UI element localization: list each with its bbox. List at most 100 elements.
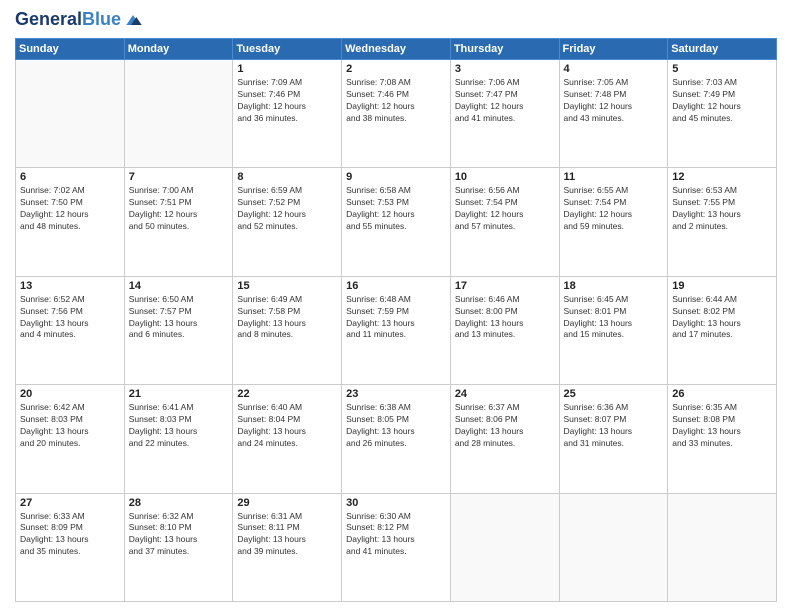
- day-info: Sunrise: 6:32 AM Sunset: 8:10 PM Dayligh…: [129, 511, 229, 559]
- day-info: Sunrise: 6:55 AM Sunset: 7:54 PM Dayligh…: [564, 185, 664, 233]
- day-info: Sunrise: 6:58 AM Sunset: 7:53 PM Dayligh…: [346, 185, 446, 233]
- day-info: Sunrise: 6:48 AM Sunset: 7:59 PM Dayligh…: [346, 294, 446, 342]
- day-info: Sunrise: 6:40 AM Sunset: 8:04 PM Dayligh…: [237, 402, 337, 450]
- day-info: Sunrise: 6:31 AM Sunset: 8:11 PM Dayligh…: [237, 511, 337, 559]
- calendar-cell: [124, 60, 233, 168]
- calendar-week-2: 6 Sunrise: 7:02 AM Sunset: 7:50 PM Daylig…: [16, 168, 777, 276]
- calendar-cell: 7Sunrise: 7:00 AM Sunset: 7:51 PM Daylig…: [124, 168, 233, 276]
- day-info: Sunrise: 7:08 AM Sunset: 7:46 PM Dayligh…: [346, 77, 446, 125]
- calendar-cell: 26 Sunrise: 6:35 AM Sunset: 8:08 PM Dayli…: [668, 385, 777, 493]
- calendar-cell: 3Sunrise: 7:06 AM Sunset: 7:47 PM Daylig…: [450, 60, 559, 168]
- calendar-cell: 21 Sunrise: 6:41 AM Sunset: 8:03 PM Dayli…: [124, 385, 233, 493]
- weekday-thursday: Thursday: [450, 39, 559, 60]
- day-number: 20: [20, 388, 120, 400]
- logo: GeneralBlue: [15, 10, 143, 30]
- day-number: 21: [129, 388, 229, 400]
- day-info: Sunrise: 6:52 AM Sunset: 7:56 PM Dayligh…: [20, 294, 120, 342]
- calendar-cell: 10 Sunrise: 6:56 AM Sunset: 7:54 PM Dayli…: [450, 168, 559, 276]
- weekday-monday: Monday: [124, 39, 233, 60]
- day-number: 1: [237, 63, 337, 75]
- calendar-week-1: 1 Sunrise: 7:09 AM Sunset: 7:46 PM Daylig…: [16, 60, 777, 168]
- day-info: Sunrise: 6:30 AM Sunset: 8:12 PM Dayligh…: [346, 511, 446, 559]
- day-number: 10: [455, 171, 555, 183]
- calendar-week-3: 13Sunrise: 6:52 AM Sunset: 7:56 PM Dayli…: [16, 276, 777, 384]
- day-info: Sunrise: 6:42 AM Sunset: 8:03 PM Dayligh…: [20, 402, 120, 450]
- day-info: Sunrise: 6:56 AM Sunset: 7:54 PM Dayligh…: [455, 185, 555, 233]
- day-info: Sunrise: 6:49 AM Sunset: 7:58 PM Dayligh…: [237, 294, 337, 342]
- calendar-cell: [450, 493, 559, 601]
- day-number: 22: [237, 388, 337, 400]
- calendar-cell: 13Sunrise: 6:52 AM Sunset: 7:56 PM Dayli…: [16, 276, 125, 384]
- calendar-cell: 30 Sunrise: 6:30 AM Sunset: 8:12 PM Dayli…: [342, 493, 451, 601]
- day-number: 14: [129, 280, 229, 292]
- day-number: 3: [455, 63, 555, 75]
- calendar-cell: 20 Sunrise: 6:42 AM Sunset: 8:03 PM Dayli…: [16, 385, 125, 493]
- calendar-week-5: 27Sunrise: 6:33 AM Sunset: 8:09 PM Dayli…: [16, 493, 777, 601]
- calendar-table: SundayMondayTuesdayWednesdayThursdayFrid…: [15, 38, 777, 602]
- weekday-tuesday: Tuesday: [233, 39, 342, 60]
- day-number: 17: [455, 280, 555, 292]
- logo-text: GeneralBlue: [15, 10, 121, 30]
- calendar-cell: 6 Sunrise: 7:02 AM Sunset: 7:50 PM Daylig…: [16, 168, 125, 276]
- day-number: 8: [237, 171, 337, 183]
- day-number: 4: [564, 63, 664, 75]
- day-number: 16: [346, 280, 446, 292]
- weekday-friday: Friday: [559, 39, 668, 60]
- day-number: 30: [346, 497, 446, 509]
- day-number: 29: [237, 497, 337, 509]
- page-header: GeneralBlue: [15, 10, 777, 30]
- day-info: Sunrise: 6:37 AM Sunset: 8:06 PM Dayligh…: [455, 402, 555, 450]
- logo-icon: [123, 10, 143, 30]
- day-number: 26: [672, 388, 772, 400]
- calendar-cell: [16, 60, 125, 168]
- day-number: 19: [672, 280, 772, 292]
- calendar-cell: 25 Sunrise: 6:36 AM Sunset: 8:07 PM Dayli…: [559, 385, 668, 493]
- day-info: Sunrise: 6:46 AM Sunset: 8:00 PM Dayligh…: [455, 294, 555, 342]
- day-number: 2: [346, 63, 446, 75]
- day-number: 27: [20, 497, 120, 509]
- day-number: 23: [346, 388, 446, 400]
- weekday-header-row: SundayMondayTuesdayWednesdayThursdayFrid…: [16, 39, 777, 60]
- day-info: Sunrise: 6:50 AM Sunset: 7:57 PM Dayligh…: [129, 294, 229, 342]
- calendar-cell: 19 Sunrise: 6:44 AM Sunset: 8:02 PM Dayli…: [668, 276, 777, 384]
- calendar-cell: 22 Sunrise: 6:40 AM Sunset: 8:04 PM Dayli…: [233, 385, 342, 493]
- day-info: Sunrise: 6:53 AM Sunset: 7:55 PM Dayligh…: [672, 185, 772, 233]
- calendar-cell: 17 Sunrise: 6:46 AM Sunset: 8:00 PM Dayli…: [450, 276, 559, 384]
- day-number: 24: [455, 388, 555, 400]
- calendar-cell: 12 Sunrise: 6:53 AM Sunset: 7:55 PM Dayli…: [668, 168, 777, 276]
- day-number: 11: [564, 171, 664, 183]
- calendar-cell: 11 Sunrise: 6:55 AM Sunset: 7:54 PM Dayli…: [559, 168, 668, 276]
- day-info: Sunrise: 6:41 AM Sunset: 8:03 PM Dayligh…: [129, 402, 229, 450]
- calendar-cell: 1 Sunrise: 7:09 AM Sunset: 7:46 PM Daylig…: [233, 60, 342, 168]
- day-info: Sunrise: 7:02 AM Sunset: 7:50 PM Dayligh…: [20, 185, 120, 233]
- day-info: Sunrise: 6:36 AM Sunset: 8:07 PM Dayligh…: [564, 402, 664, 450]
- calendar-cell: 28 Sunrise: 6:32 AM Sunset: 8:10 PM Dayli…: [124, 493, 233, 601]
- day-number: 12: [672, 171, 772, 183]
- calendar-cell: 4 Sunrise: 7:05 AM Sunset: 7:48 PM Daylig…: [559, 60, 668, 168]
- day-info: Sunrise: 6:38 AM Sunset: 8:05 PM Dayligh…: [346, 402, 446, 450]
- calendar-cell: 15 Sunrise: 6:49 AM Sunset: 7:58 PM Dayli…: [233, 276, 342, 384]
- day-info: Sunrise: 6:44 AM Sunset: 8:02 PM Dayligh…: [672, 294, 772, 342]
- day-info: Sunrise: 7:05 AM Sunset: 7:48 PM Dayligh…: [564, 77, 664, 125]
- calendar-cell: 14 Sunrise: 6:50 AM Sunset: 7:57 PM Dayli…: [124, 276, 233, 384]
- calendar-cell: [559, 493, 668, 601]
- day-number: 18: [564, 280, 664, 292]
- calendar-cell: 16 Sunrise: 6:48 AM Sunset: 7:59 PM Dayli…: [342, 276, 451, 384]
- calendar-week-4: 20 Sunrise: 6:42 AM Sunset: 8:03 PM Dayli…: [16, 385, 777, 493]
- day-number: 7: [129, 171, 229, 183]
- weekday-wednesday: Wednesday: [342, 39, 451, 60]
- calendar-cell: 24 Sunrise: 6:37 AM Sunset: 8:06 PM Dayli…: [450, 385, 559, 493]
- day-info: Sunrise: 6:35 AM Sunset: 8:08 PM Dayligh…: [672, 402, 772, 450]
- calendar-cell: 23 Sunrise: 6:38 AM Sunset: 8:05 PM Dayli…: [342, 385, 451, 493]
- day-number: 28: [129, 497, 229, 509]
- day-info: Sunrise: 6:45 AM Sunset: 8:01 PM Dayligh…: [564, 294, 664, 342]
- day-info: Sunrise: 7:09 AM Sunset: 7:46 PM Dayligh…: [237, 77, 337, 125]
- weekday-saturday: Saturday: [668, 39, 777, 60]
- day-number: 15: [237, 280, 337, 292]
- day-number: 6: [20, 171, 120, 183]
- calendar-cell: 18 Sunrise: 6:45 AM Sunset: 8:01 PM Dayli…: [559, 276, 668, 384]
- calendar-cell: 2 Sunrise: 7:08 AM Sunset: 7:46 PM Daylig…: [342, 60, 451, 168]
- day-info: Sunrise: 7:03 AM Sunset: 7:49 PM Dayligh…: [672, 77, 772, 125]
- day-number: 25: [564, 388, 664, 400]
- calendar-cell: 27Sunrise: 6:33 AM Sunset: 8:09 PM Dayli…: [16, 493, 125, 601]
